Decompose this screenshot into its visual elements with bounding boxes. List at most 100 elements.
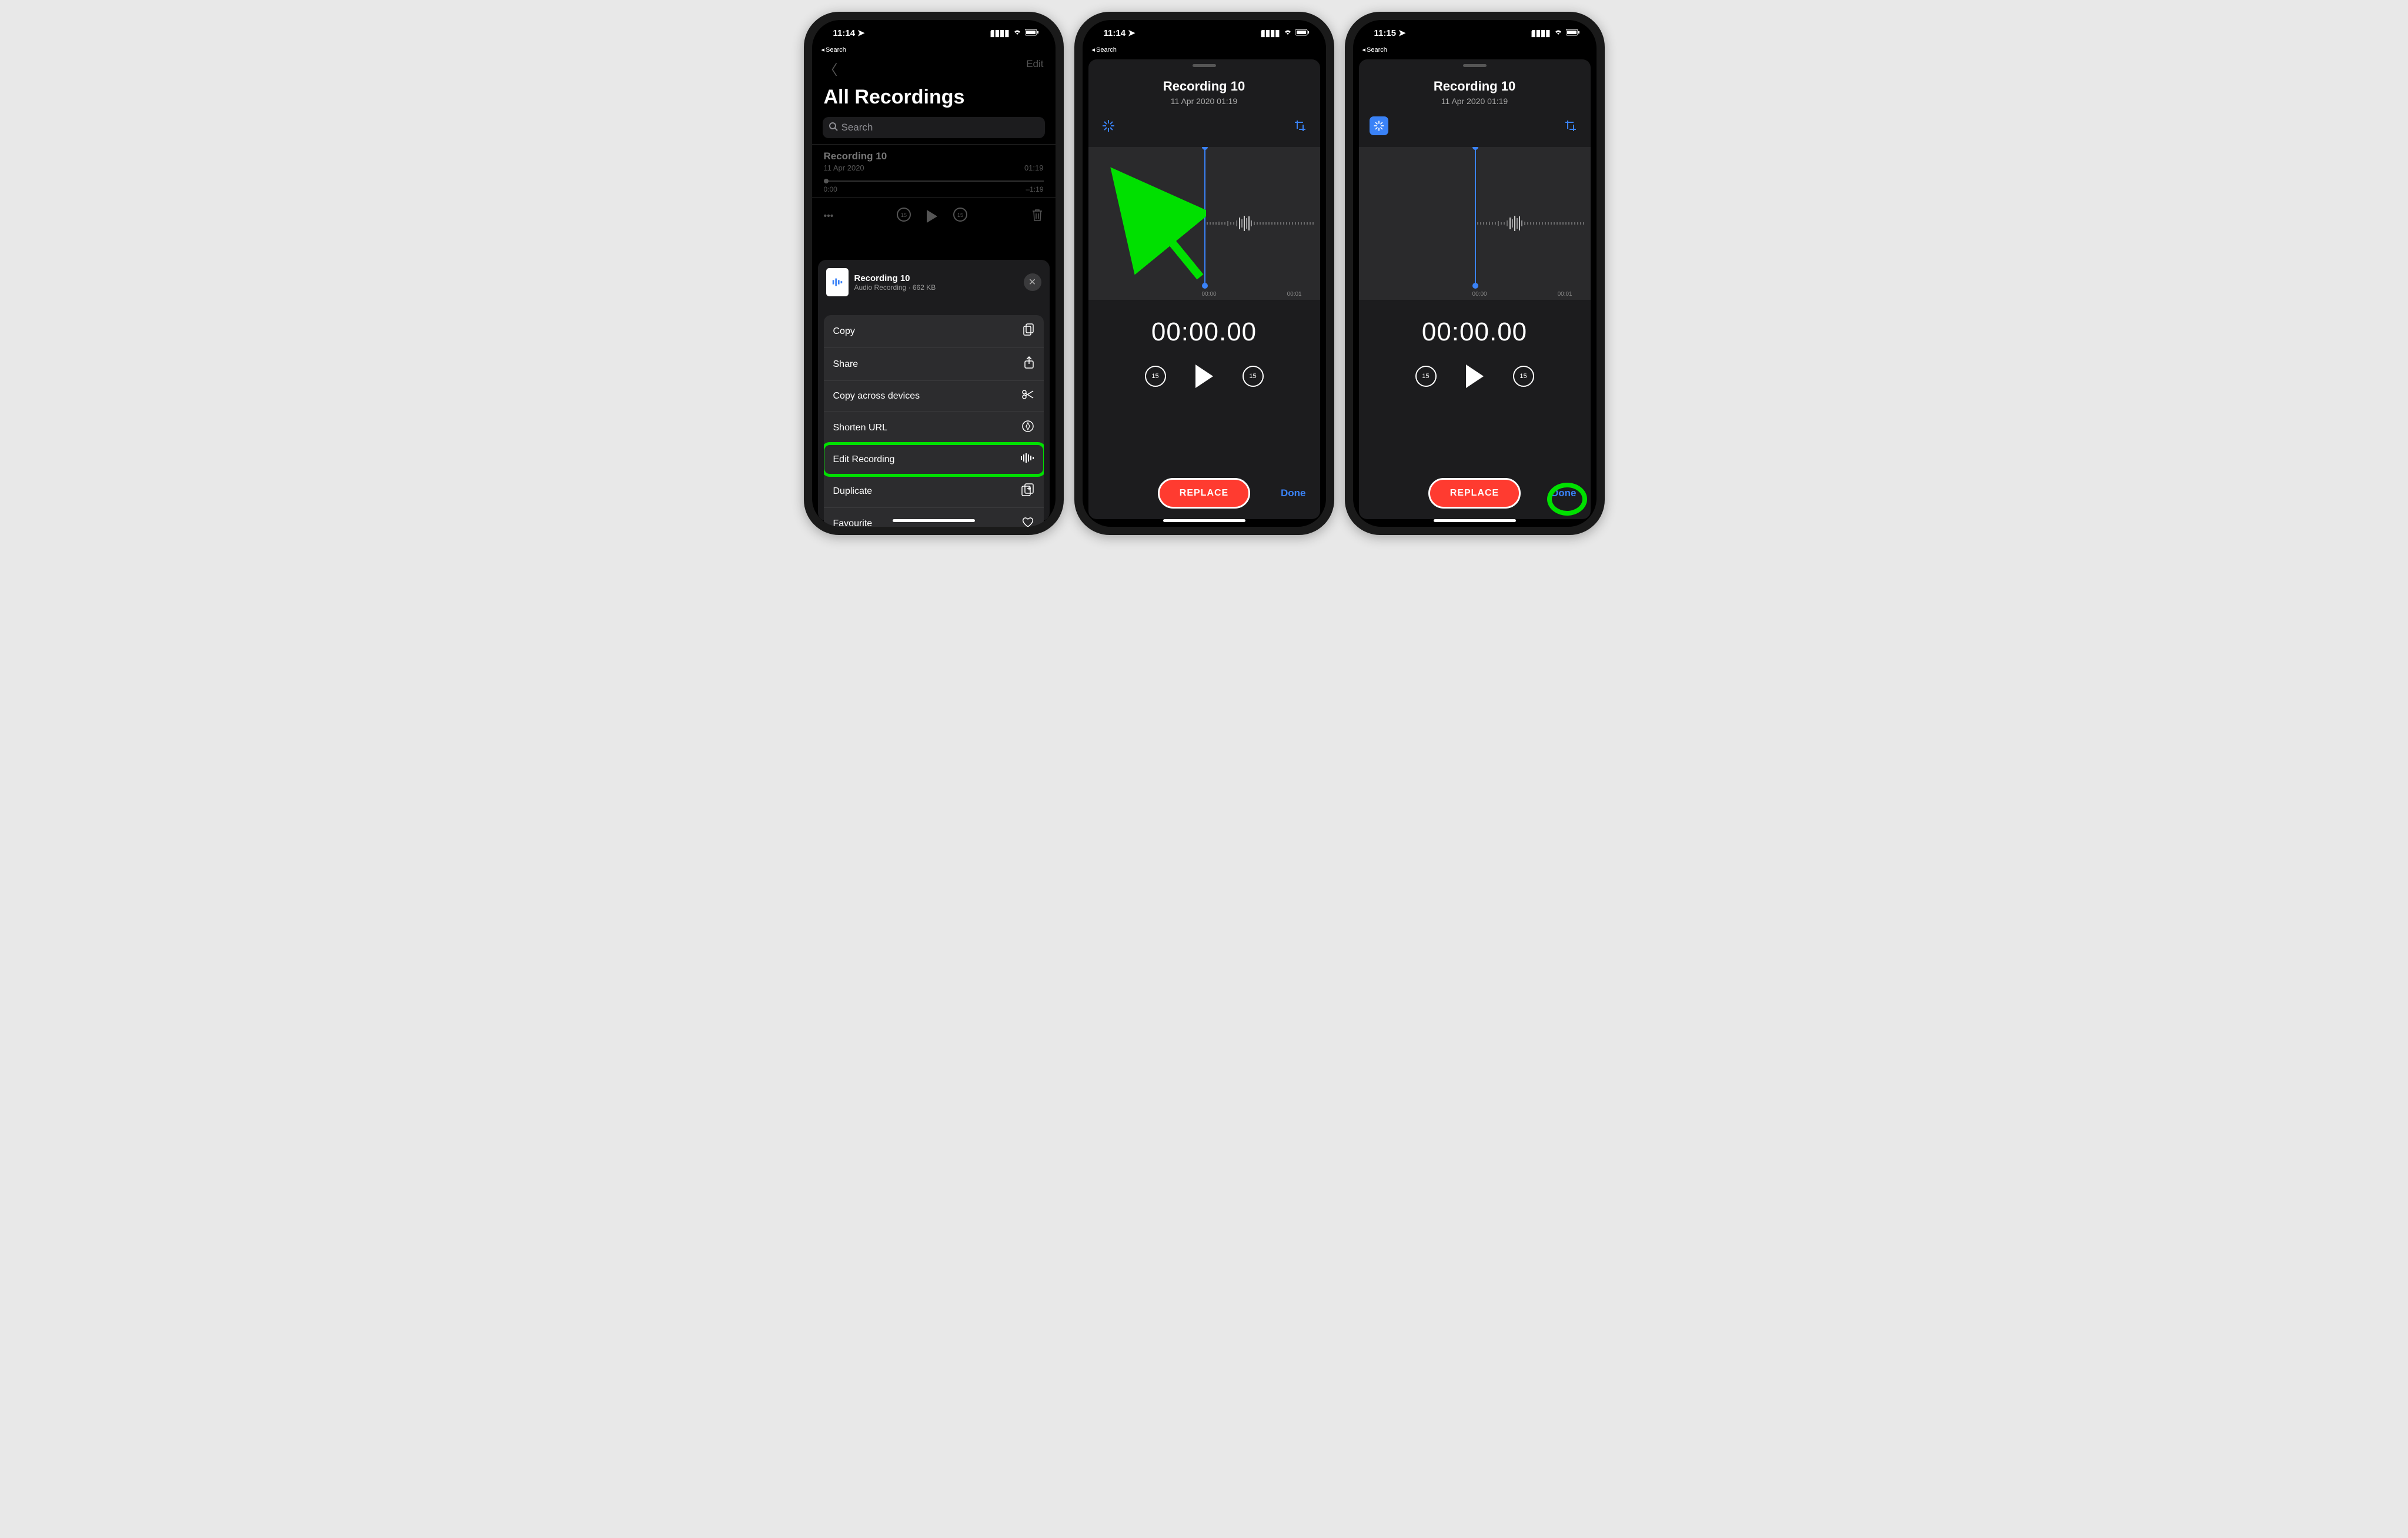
phone-1: 11:14 ➤ ▮▮▮▮ ◂ Search 〈 Edit All Recordi… xyxy=(804,12,1064,535)
back-to-search[interactable]: ◂ Search xyxy=(1353,46,1597,54)
scrubber[interactable] xyxy=(824,180,1044,182)
skip-back-15-button[interactable]: 15 xyxy=(1415,366,1437,387)
nav-row: 〈 Edit xyxy=(812,54,1056,83)
enhance-recording-button[interactable] xyxy=(1099,116,1118,135)
skip-forward-15-icon[interactable]: 15 xyxy=(953,207,968,225)
action-share[interactable]: Share xyxy=(824,348,1044,381)
action-label: Share xyxy=(833,359,859,370)
back-caret-icon: ◂ xyxy=(1362,46,1366,54)
edit-button[interactable]: Edit xyxy=(1026,58,1043,79)
waveform-ticks: 00:00 00:01 xyxy=(1088,291,1320,297)
home-indicator[interactable] xyxy=(1163,519,1245,522)
share-sheet: Recording 10 Audio Recording · 662 KB ✕ … xyxy=(818,260,1050,521)
action-list: Copy Share Copy across devices Shorten U… xyxy=(824,315,1044,527)
replace-button[interactable]: REPLACE xyxy=(1428,478,1521,509)
signal-icon: ▮▮▮▮ xyxy=(1531,28,1550,38)
skip-back-15-button[interactable]: 15 xyxy=(1145,366,1166,387)
time-display: 00:00.00 xyxy=(1088,317,1320,347)
sheet-grabber[interactable] xyxy=(1193,64,1216,67)
battery-icon xyxy=(1025,28,1039,38)
back-chevron-icon[interactable]: 〈 xyxy=(824,58,838,79)
clock: 11:14 xyxy=(1104,28,1126,38)
done-button[interactable]: Done xyxy=(1281,487,1306,499)
waveform-icon xyxy=(1020,453,1034,466)
location-icon: ➤ xyxy=(857,28,865,38)
back-to-search[interactable]: ◂ Search xyxy=(812,46,1056,54)
editor-title: Recording 10 xyxy=(1359,79,1591,94)
more-icon[interactable]: ••• xyxy=(824,211,834,222)
heart-icon xyxy=(1021,516,1034,527)
editor-panel: Recording 10 11 Apr 2020 01:19 xyxy=(1359,59,1591,519)
action-favourite[interactable]: Favourite xyxy=(824,508,1044,527)
editor-bottom-row: REPLACE Done xyxy=(1359,478,1591,509)
duplicate-icon xyxy=(1021,483,1034,499)
tick-label: 00:00 xyxy=(1472,291,1487,297)
skip-back-15-icon[interactable]: 15 xyxy=(896,207,911,225)
tick-label: 00:00 xyxy=(1202,291,1217,297)
done-button[interactable]: Done xyxy=(1551,487,1577,499)
back-caret-icon: ◂ xyxy=(821,46,825,54)
status-bar: 11:15 ➤ ▮▮▮▮ xyxy=(1353,20,1597,46)
trim-button[interactable] xyxy=(1561,116,1580,135)
editor-subtitle: 11 Apr 2020 01:19 xyxy=(1359,96,1591,106)
svg-text:15: 15 xyxy=(957,212,963,218)
skip-forward-15-button[interactable]: 15 xyxy=(1243,366,1264,387)
search-icon xyxy=(829,122,838,134)
home-indicator[interactable] xyxy=(1434,519,1516,522)
phone-3: 11:15 ➤ ▮▮▮▮ ◂ Search Recording 10 11 Ap… xyxy=(1345,12,1605,535)
screen-3: 11:15 ➤ ▮▮▮▮ ◂ Search Recording 10 11 Ap… xyxy=(1353,20,1597,527)
recording-duration: 01:19 xyxy=(1024,163,1044,172)
back-label: Search xyxy=(1367,46,1387,54)
recording-date: 11 Apr 2020 xyxy=(824,163,864,172)
waveform[interactable]: 00:00 00:01 xyxy=(1088,147,1320,300)
waveform[interactable]: 00:00 00:01 xyxy=(1359,147,1591,300)
time-start: 0:00 xyxy=(824,185,837,193)
clock: 11:15 xyxy=(1374,28,1397,38)
playback-controls: ••• 15 15 xyxy=(812,198,1056,231)
back-to-search[interactable]: ◂ Search xyxy=(1083,46,1326,54)
close-button[interactable]: ✕ xyxy=(1024,273,1041,291)
action-copy[interactable]: Copy xyxy=(824,315,1044,348)
editor-title: Recording 10 xyxy=(1088,79,1320,94)
signal-icon: ▮▮▮▮ xyxy=(990,28,1009,38)
action-label: Favourite xyxy=(833,519,873,527)
location-icon: ➤ xyxy=(1128,28,1135,38)
search-placeholder: Search xyxy=(841,122,873,133)
sheet-title: Recording 10 xyxy=(854,273,936,283)
sheet-subtitle: Audio Recording · 662 KB xyxy=(854,283,936,292)
play-button[interactable] xyxy=(1195,365,1213,388)
tick-label: 00:01 xyxy=(1558,291,1572,297)
waveform-ticks: 00:00 00:01 xyxy=(1359,291,1591,297)
play-button[interactable] xyxy=(927,210,937,223)
action-duplicate[interactable]: Duplicate xyxy=(824,475,1044,508)
editor-panel: Recording 10 11 Apr 2020 01:19 xyxy=(1088,59,1320,519)
action-copy-across-devices[interactable]: Copy across devices xyxy=(824,381,1044,412)
wifi-icon xyxy=(1283,28,1292,38)
action-label: Copy across devices xyxy=(833,391,920,402)
action-edit-recording[interactable]: Edit Recording xyxy=(824,444,1044,475)
wifi-icon xyxy=(1013,28,1022,38)
action-label: Edit Recording xyxy=(833,454,895,465)
enhance-recording-button-active[interactable] xyxy=(1370,116,1388,135)
wifi-icon xyxy=(1554,28,1563,38)
trash-icon[interactable] xyxy=(1031,208,1044,225)
search-input[interactable]: Search xyxy=(823,117,1045,138)
back-label: Search xyxy=(826,46,846,54)
location-icon: ➤ xyxy=(1398,28,1406,38)
copy-icon xyxy=(1023,323,1034,339)
action-shorten-url[interactable]: Shorten URL xyxy=(824,412,1044,444)
recording-item[interactable]: Recording 10 11 Apr 2020 01:19 0:00 –1:1… xyxy=(812,144,1056,198)
replace-button[interactable]: REPLACE xyxy=(1158,478,1250,509)
compass-icon xyxy=(1021,420,1034,436)
skip-forward-15-button[interactable]: 15 xyxy=(1513,366,1534,387)
recording-title: Recording 10 xyxy=(824,151,1044,162)
screen-1: 11:14 ➤ ▮▮▮▮ ◂ Search 〈 Edit All Recordi… xyxy=(812,20,1056,527)
page-title: All Recordings xyxy=(812,83,1056,115)
tick-label: 00:01 xyxy=(1287,291,1302,297)
home-indicator[interactable] xyxy=(893,519,975,522)
screen-2: 11:14 ➤ ▮▮▮▮ ◂ Search Recording 10 11 Ap… xyxy=(1083,20,1326,527)
trim-button[interactable] xyxy=(1291,116,1310,135)
play-button[interactable] xyxy=(1466,365,1484,388)
sheet-grabber[interactable] xyxy=(1463,64,1487,67)
sheet-header: Recording 10 Audio Recording · 662 KB ✕ xyxy=(818,260,1050,305)
